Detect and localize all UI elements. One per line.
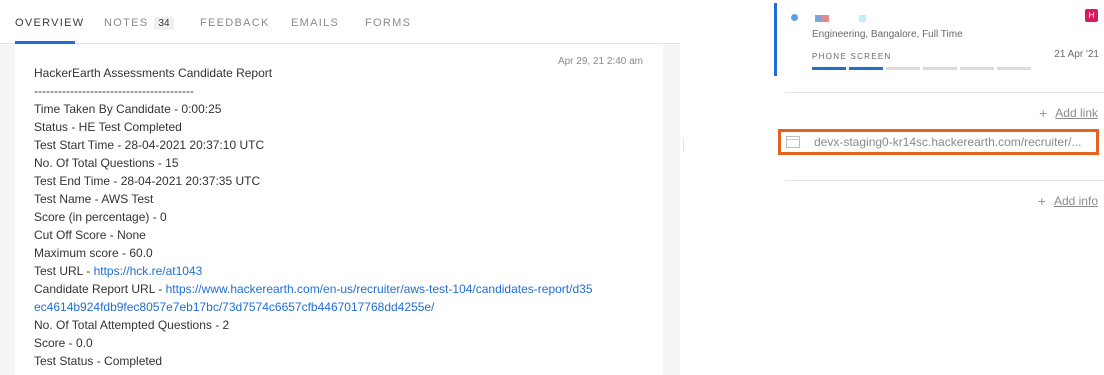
application-card[interactable]: H Engineering, Bangalore, Full Time PHON… <box>774 3 1104 76</box>
add-link-button[interactable]: + Add link <box>1039 105 1098 121</box>
progress-segment <box>812 67 846 70</box>
progress-segment <box>886 67 920 70</box>
notes-count-badge: 34 <box>154 17 174 30</box>
tab-notes-label: NOTES <box>104 17 149 29</box>
overview-panel: Apr 29, 21 2:40 am HackerEarth Assessmen… <box>0 45 680 375</box>
redacted-name-block <box>859 15 866 22</box>
report-line: Test Status - Completed <box>34 354 163 368</box>
add-info-label: Add info <box>1053 194 1098 208</box>
report-title: HackerEarth Assessments Candidate Report <box>34 66 273 80</box>
report-line: No. Of Total Attempted Questions - 2 <box>34 318 230 332</box>
report-line: Status - HE Test Completed <box>34 120 182 134</box>
plus-icon: + <box>1037 193 1046 209</box>
test-url-link[interactable]: https://hck.re/at1043 <box>94 264 203 278</box>
tab-bar: OVERVIEW NOTES 34 FEEDBACK EMAILS FORMS <box>0 0 680 44</box>
report-line: Score (in percentage) - 0 <box>34 210 167 224</box>
report-line: No. Of Total Questions - 15 <box>34 156 179 170</box>
section-divider <box>785 92 1104 93</box>
stage-progress <box>812 67 1031 70</box>
stage-label: PHONE SCREEN <box>812 52 892 61</box>
avatar: H <box>1085 9 1098 22</box>
tab-notes[interactable]: NOTES 34 <box>104 17 174 30</box>
tab-forms[interactable]: FORMS <box>365 17 411 29</box>
job-subtitle: Engineering, Bangalore, Full Time <box>812 29 963 40</box>
progress-segment <box>849 67 883 70</box>
report-line: Score - 0.0 <box>34 336 93 350</box>
status-dot-icon <box>791 14 798 21</box>
add-info-button[interactable]: + Add info <box>1038 193 1098 209</box>
report-line: Time Taken By Candidate - 0:00:25 <box>34 102 222 116</box>
test-url-line: Test URL - https://hck.re/at1043 <box>34 262 634 280</box>
webpage-icon <box>786 136 800 148</box>
section-divider <box>785 180 1104 181</box>
progress-segment <box>960 67 994 70</box>
redacted-name-block <box>815 15 822 22</box>
stage-date: 21 Apr '21 <box>1054 49 1099 60</box>
tab-emails[interactable]: EMAILS <box>291 17 339 29</box>
panel-divider <box>683 138 684 152</box>
link-item[interactable]: devx-staging0-kr14sc.hackerearth.com/rec… <box>778 129 1099 155</box>
report-url-line: Candidate Report URL - https://www.hacke… <box>34 280 594 316</box>
report-separator: ---------------------------------------- <box>34 84 194 98</box>
tab-feedback[interactable]: FEEDBACK <box>200 17 270 29</box>
plus-icon: + <box>1039 105 1048 121</box>
redacted-name-block <box>822 15 829 22</box>
test-url-label: Test URL - <box>34 264 94 278</box>
report-url-label: Candidate Report URL - <box>34 282 166 296</box>
link-url: devx-staging0-kr14sc.hackerearth.com/rec… <box>814 135 1082 149</box>
active-tab-indicator <box>15 41 75 44</box>
note-body: HackerEarth Assessments Candidate Report… <box>34 64 634 370</box>
add-link-label: Add link <box>1055 106 1098 120</box>
report-line: Test Name - AWS Test <box>34 192 154 206</box>
report-line: Maximum score - 60.0 <box>34 246 153 260</box>
report-line: Test End Time - 28-04-2021 20:37:35 UTC <box>34 174 261 188</box>
tab-overview[interactable]: OVERVIEW <box>15 17 85 29</box>
report-line: Cut Off Score - None <box>34 228 146 242</box>
note-card: Apr 29, 21 2:40 am HackerEarth Assessmen… <box>15 45 663 375</box>
report-line: Test Start Time - 28-04-2021 20:37:10 UT… <box>34 138 265 152</box>
progress-segment <box>923 67 957 70</box>
progress-segment <box>997 67 1031 70</box>
